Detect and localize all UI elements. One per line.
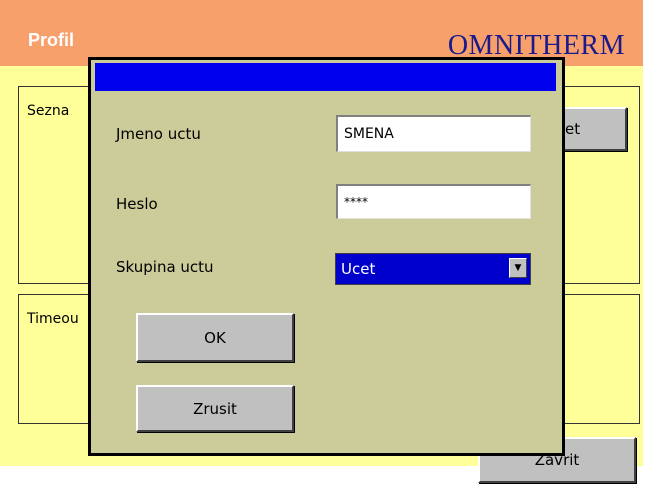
password-field[interactable]: **** [336, 184, 531, 219]
account-group-select[interactable]: Ucet ▼ [335, 253, 531, 285]
account-name-label: Jmeno uctu [116, 125, 201, 143]
chevron-down-icon[interactable]: ▼ [509, 258, 527, 278]
dialog-titlebar[interactable] [95, 63, 556, 91]
account-group-selected-value: Ucet [341, 260, 376, 278]
page-title: Profil [28, 30, 75, 50]
background-action-button[interactable]: et [555, 107, 627, 151]
cancel-button[interactable]: Zrusit [136, 385, 294, 432]
password-label: Heslo [116, 195, 158, 213]
account-name-field[interactable]: SMENA [336, 115, 531, 152]
timeout-label: Timeou [27, 311, 79, 327]
account-list-label: Sezna [27, 103, 70, 119]
account-dialog: Jmeno uctu SMENA Heslo **** Skupina uctu… [88, 57, 565, 456]
profile-window: Profil OMNITHERM Sezna et Timeou Zavrit … [0, 0, 643, 483]
account-group-label: Skupina uctu [116, 258, 214, 276]
ok-button[interactable]: OK [136, 313, 294, 362]
